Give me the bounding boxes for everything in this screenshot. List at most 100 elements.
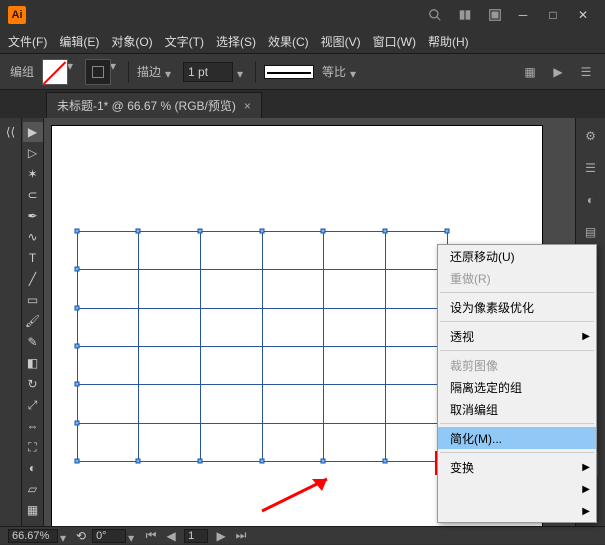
separator <box>440 452 594 453</box>
separator <box>440 350 594 351</box>
separator <box>440 321 594 322</box>
submenu-arrow-icon: ▶ <box>582 506 590 517</box>
cm-isolate[interactable]: 隔离选定的组 <box>438 376 596 398</box>
artboard-input[interactable] <box>184 529 208 543</box>
align-icon[interactable]: ▦ <box>521 63 539 81</box>
stroke-swatch[interactable] <box>85 59 111 85</box>
tab-strip: 未标题-1* @ 66.67 % (RGB/预览) × <box>0 90 605 118</box>
search-icon[interactable] <box>423 3 447 27</box>
type-tool[interactable]: T <box>23 248 43 268</box>
chevron-down-icon[interactable]: ▾ <box>60 531 70 541</box>
pen-tool[interactable]: ✒ <box>23 206 43 226</box>
prev-artboard-button[interactable]: ◀ <box>164 529 178 543</box>
last-artboard-button[interactable]: ⏭ <box>234 529 248 543</box>
menu-view[interactable]: 视图(V) <box>321 33 361 50</box>
shape-builder-tool[interactable]: ◐ <box>23 458 43 478</box>
cm-redo: 重做(R) <box>438 267 596 289</box>
rotate-tool[interactable]: ↻ <box>23 374 43 394</box>
menu-edit[interactable]: 编辑(E) <box>59 33 99 50</box>
more-icon[interactable]: ☰ <box>577 63 595 81</box>
selection-label: 编组 <box>10 63 34 80</box>
cm-pixel-optimize[interactable]: 设为像素级优化 <box>438 296 596 318</box>
rotate-input[interactable] <box>92 529 126 543</box>
free-transform-tool[interactable]: ⛶ <box>23 437 43 457</box>
statusbar: ▾ ⟲ ▾ ⏮ ◀ ▶ ⏭ <box>0 526 605 544</box>
transform-icon[interactable]: ▶ <box>549 63 567 81</box>
maximize-button[interactable]: □ <box>539 5 567 25</box>
cm-crop: 裁剪图像 <box>438 354 596 376</box>
divider <box>255 61 256 83</box>
zoom-input[interactable] <box>8 529 58 543</box>
cm-ungroup[interactable]: 取消编组 <box>438 398 596 420</box>
grid-object[interactable] <box>77 231 447 461</box>
menu-select[interactable]: 选择(S) <box>216 33 256 50</box>
menu-help[interactable]: 帮助(H) <box>428 33 469 50</box>
titlebar: Ai ─ □ ✕ <box>0 0 605 30</box>
workspace-icon[interactable] <box>483 3 507 27</box>
ratio-label: 等比 <box>322 63 346 80</box>
menubar: 文件(F) 编辑(E) 对象(O) 文字(T) 选择(S) 效果(C) 视图(V… <box>0 30 605 54</box>
mesh-tool[interactable]: ▦ <box>23 500 43 520</box>
stroke-profile[interactable] <box>264 65 314 79</box>
cm-more[interactable]: ▶ <box>438 478 596 500</box>
menu-object[interactable]: 对象(O) <box>111 33 152 50</box>
submenu-arrow-icon: ▶ <box>582 331 590 342</box>
libraries-panel-icon[interactable]: ☰ <box>581 158 601 178</box>
chevron-down-icon[interactable]: ▾ <box>110 59 120 69</box>
direct-select-tool[interactable]: ▷ <box>23 143 43 163</box>
shaper-tool[interactable]: ✎ <box>23 332 43 352</box>
chevron-down-icon[interactable]: ▾ <box>237 67 247 77</box>
perspective-tool[interactable]: ▱ <box>23 479 43 499</box>
cm-perspective[interactable]: 透视▶ <box>438 325 596 347</box>
chevron-down-icon[interactable]: ▾ <box>128 531 138 541</box>
document-tab[interactable]: 未标题-1* @ 66.67 % (RGB/预览) × <box>46 92 262 118</box>
lasso-tool[interactable]: ⊂ <box>23 185 43 205</box>
color-panel-icon[interactable]: ◐ <box>581 190 601 210</box>
next-artboard-button[interactable]: ▶ <box>214 529 228 543</box>
menu-file[interactable]: 文件(F) <box>8 33 47 50</box>
submenu-arrow-icon: ▶ <box>582 462 590 473</box>
paintbrush-tool[interactable]: 🖌 <box>23 311 43 331</box>
selection-tool[interactable]: ▶ <box>23 122 43 142</box>
toolbar-left: ⟨⟨ <box>0 118 22 526</box>
rectangle-tool[interactable]: ▭ <box>23 290 43 310</box>
chevron-down-icon[interactable]: ▾ <box>350 67 360 77</box>
rotate-icon: ⟲ <box>76 529 86 543</box>
eraser-tool[interactable]: ◧ <box>23 353 43 373</box>
swatches-panel-icon[interactable]: ▤ <box>581 222 601 242</box>
tab-title: 未标题-1* @ 66.67 % (RGB/预览) <box>57 97 236 114</box>
close-icon[interactable]: × <box>244 99 251 113</box>
cm-simplify[interactable]: 简化(M)... <box>438 427 596 449</box>
menu-window[interactable]: 窗口(W) <box>373 33 416 50</box>
divider <box>128 61 129 83</box>
cm-undo[interactable]: 还原移动(U) <box>438 245 596 267</box>
cm-transform[interactable]: 变换▶ <box>438 456 596 478</box>
curvature-tool[interactable]: ∿ <box>23 227 43 247</box>
menu-type[interactable]: 文字(T) <box>165 33 204 50</box>
first-artboard-button[interactable]: ⏮ <box>144 529 158 543</box>
fill-swatch[interactable] <box>42 59 68 85</box>
arrange-icon[interactable] <box>453 3 477 27</box>
stroke-label: 描边 <box>137 63 161 80</box>
line-tool[interactable]: ╱ <box>23 269 43 289</box>
control-bar: 编组 ▾ ▾ 描边 ▾ ▾ 等比 ▾ ▦ ▶ ☰ <box>0 54 605 90</box>
app-logo: Ai <box>8 6 26 24</box>
toolbar-tools: ▶ ▷ ✶ ⊂ ✒ ∿ T ╱ ▭ 🖌 ✎ ◧ ↻ ⤢ ⇔ ⛶ ◐ ▱ ▦ <box>22 118 44 526</box>
width-tool[interactable]: ⇔ <box>23 416 43 436</box>
submenu-arrow-icon: ▶ <box>582 484 590 495</box>
tab-toggle-icon[interactable]: ⟨⟨ <box>1 122 21 142</box>
chevron-down-icon[interactable]: ▾ <box>165 67 175 77</box>
stroke-weight-input[interactable] <box>183 62 233 82</box>
context-menu: 还原移动(U) 重做(R) 设为像素级优化 透视▶ 裁剪图像 隔离选定的组 取消… <box>437 244 597 523</box>
separator <box>440 292 594 293</box>
separator <box>440 423 594 424</box>
menu-effect[interactable]: 效果(C) <box>268 33 309 50</box>
close-button[interactable]: ✕ <box>569 5 597 25</box>
scale-tool[interactable]: ⤢ <box>23 395 43 415</box>
cm-more2[interactable]: ▶ <box>438 500 596 522</box>
chevron-down-icon[interactable]: ▾ <box>67 59 77 69</box>
properties-panel-icon[interactable]: ⚙ <box>581 126 601 146</box>
annotation-arrow <box>252 471 342 521</box>
magic-wand-tool[interactable]: ✶ <box>23 164 43 184</box>
minimize-button[interactable]: ─ <box>509 5 537 25</box>
